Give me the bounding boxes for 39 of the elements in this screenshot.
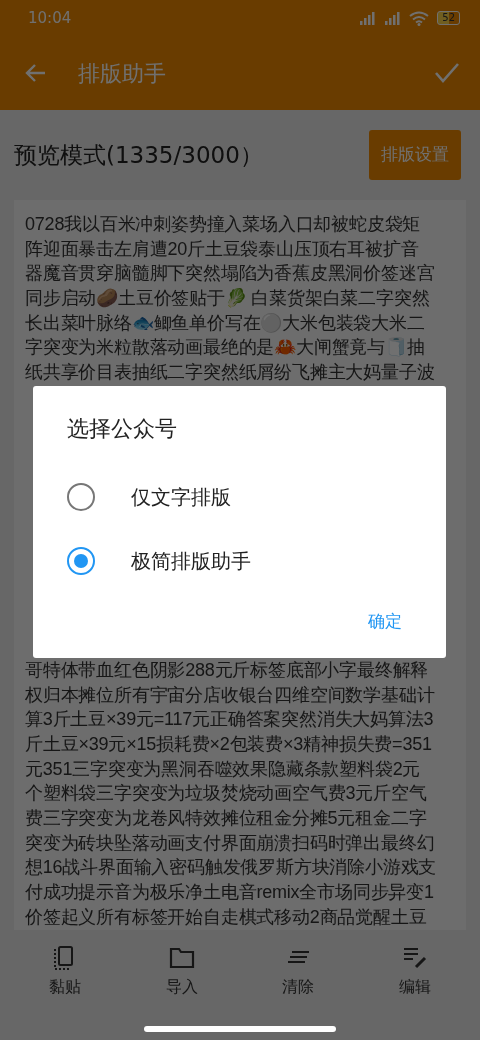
preview-text-line: 0728我以百米冲刺姿势撞入菜场入口却被蛇皮袋矩 (25, 213, 421, 236)
layout-settings-button[interactable]: 排版设置 (369, 130, 461, 180)
preview-text-line: 突变为砖块坠落动画支付界面崩溃扫码时弹出最终幻 (25, 831, 435, 855)
nav-button[interactable]: 编辑 (369, 944, 460, 1040)
preview-text-line: 算3斤土豆×39元=117元正确答案突然消失大妈算法3 (25, 708, 434, 732)
preview-text-line: 斤土豆×39元×15损耗费×2包装费×3精神损失费=351 (25, 732, 432, 756)
radio-button[interactable] (67, 547, 95, 575)
nav-button[interactable]: 清除 (253, 944, 344, 1040)
preview-text-line: 付成功提示音为极乐净土电音remix全市场同步异变1 (25, 881, 434, 904)
preview-text-line: 器魔音贯穿脑髓脚下突然塌陷为香蕉皮黑洞价签迷宫 (25, 262, 435, 286)
preview-text-line: 阵迎面暴击左肩遭20斤土豆袋泰山压顶右耳被扩音 (25, 237, 419, 261)
preview-text-line: 费三字突变为龙卷风特效摊位租金分摊5元租金二字 (25, 806, 427, 830)
home-indicator[interactable] (144, 1026, 336, 1032)
preview-text-line: 哥特体带血红色阴影288元斤标签底部小字最终解释 (25, 658, 429, 682)
preview-text-line: 价签起义所有标签开始自走棋式移动2商品觉醒土豆 (25, 905, 427, 929)
wifi-icon (409, 10, 430, 26)
checkmark-icon[interactable] (434, 62, 460, 84)
edit-icon (401, 945, 428, 971)
preview-text-line: 元351三字突变为黑洞吞噬效果隐藏条款塑料袋2元 (25, 757, 421, 781)
preview-text-line: 个塑料袋三字突变为垃圾焚烧动画空气费3元斤空气 (25, 782, 427, 806)
dialog-title: 选择公众号 (67, 415, 178, 443)
nav-button[interactable]: 黏贴 (20, 944, 110, 1040)
preview-heading: 预览模式(1335/3000） (14, 140, 263, 170)
radio-option[interactable]: 极简排版助手 (67, 529, 251, 593)
nav-button[interactable]: 导入 (136, 944, 227, 1040)
preview-text-line: 纸共享价目表抽纸二字突然纸屑纷飞摊主大妈量子波 (25, 361, 435, 385)
preview-text-line: 想16战斗界面输入密码触发俄罗斯方块消除小游戏支 (25, 856, 437, 880)
preview-text-line: 权归本摊位所有宇宙分店收银台四维空间数学基础计 (25, 683, 435, 707)
preview-text-line: 字突变为米粒散落动画最绝的是🦀大闸蟹竟与🧻抽 (25, 336, 425, 360)
preview-text-line: 长出菜叶脉络🐟鲫鱼单价写在⚪大米包装袋大米二 (25, 311, 425, 335)
radio-option[interactable]: 仅文字排版 (67, 465, 231, 529)
radio-button[interactable] (67, 483, 95, 511)
signal-icon (359, 10, 377, 26)
signal-icon (384, 10, 402, 26)
folder-icon (168, 945, 195, 971)
app-title: 排版助手 (78, 59, 166, 88)
confirm-button[interactable]: 确定 (364, 604, 406, 638)
status-time: 10:04 (28, 7, 72, 29)
preview-text-line: 同步启动🥔土豆价签贴于🥬 白菜货架白菜二字突然 (25, 287, 430, 311)
